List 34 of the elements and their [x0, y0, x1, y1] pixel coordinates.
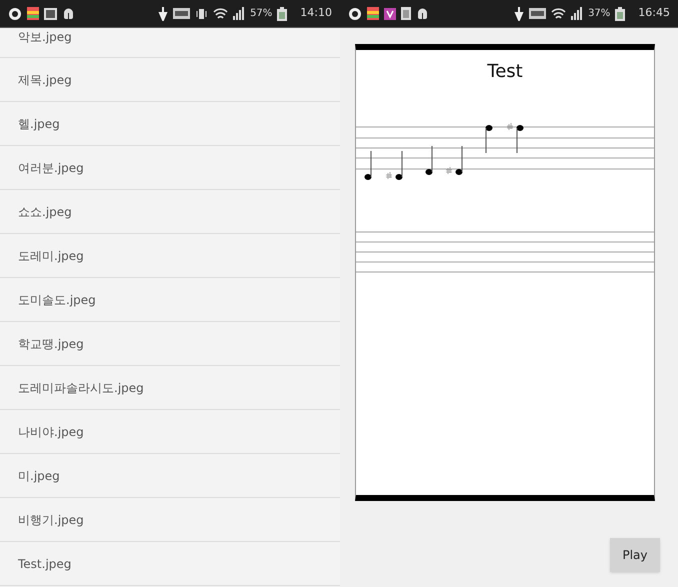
vibrate-icon	[195, 8, 208, 20]
app-icon[interactable]	[348, 6, 362, 20]
file-list-item[interactable]: 악보.jpeg	[0, 28, 340, 58]
note-icon	[396, 150, 402, 180]
wifi-icon	[551, 8, 566, 20]
note-icon	[516, 125, 524, 154]
app-icon[interactable]	[8, 6, 22, 20]
clipboard-icon[interactable]	[401, 7, 411, 20]
nfc-icon	[529, 8, 546, 19]
usb-icon	[514, 6, 524, 20]
note-icon	[364, 150, 372, 180]
sharp-icon	[446, 166, 452, 174]
signal-icon	[233, 7, 246, 20]
image-icon[interactable]	[44, 8, 57, 20]
battery-icon	[615, 6, 626, 20]
score-title: Test	[486, 60, 524, 84]
note-icon	[486, 125, 492, 154]
sharp-icon	[386, 172, 392, 180]
play-button[interactable]: Play	[610, 538, 660, 572]
battery-icon	[277, 6, 288, 20]
sharp-icon	[506, 122, 514, 130]
android-icon[interactable]	[416, 7, 429, 20]
battery-percent: 57%	[250, 7, 272, 21]
signal-icon	[571, 7, 584, 20]
app-icon[interactable]	[384, 8, 396, 20]
note-icon	[456, 146, 462, 175]
note-icon	[426, 146, 432, 175]
clock-time: 14:10	[300, 5, 332, 22]
wifi-icon	[213, 8, 228, 20]
usb-icon	[158, 6, 168, 20]
android-icon[interactable]	[62, 7, 75, 20]
nfc-icon	[173, 8, 190, 19]
battery-percent: 37%	[588, 7, 610, 21]
clock-time: 16:45	[638, 5, 670, 22]
